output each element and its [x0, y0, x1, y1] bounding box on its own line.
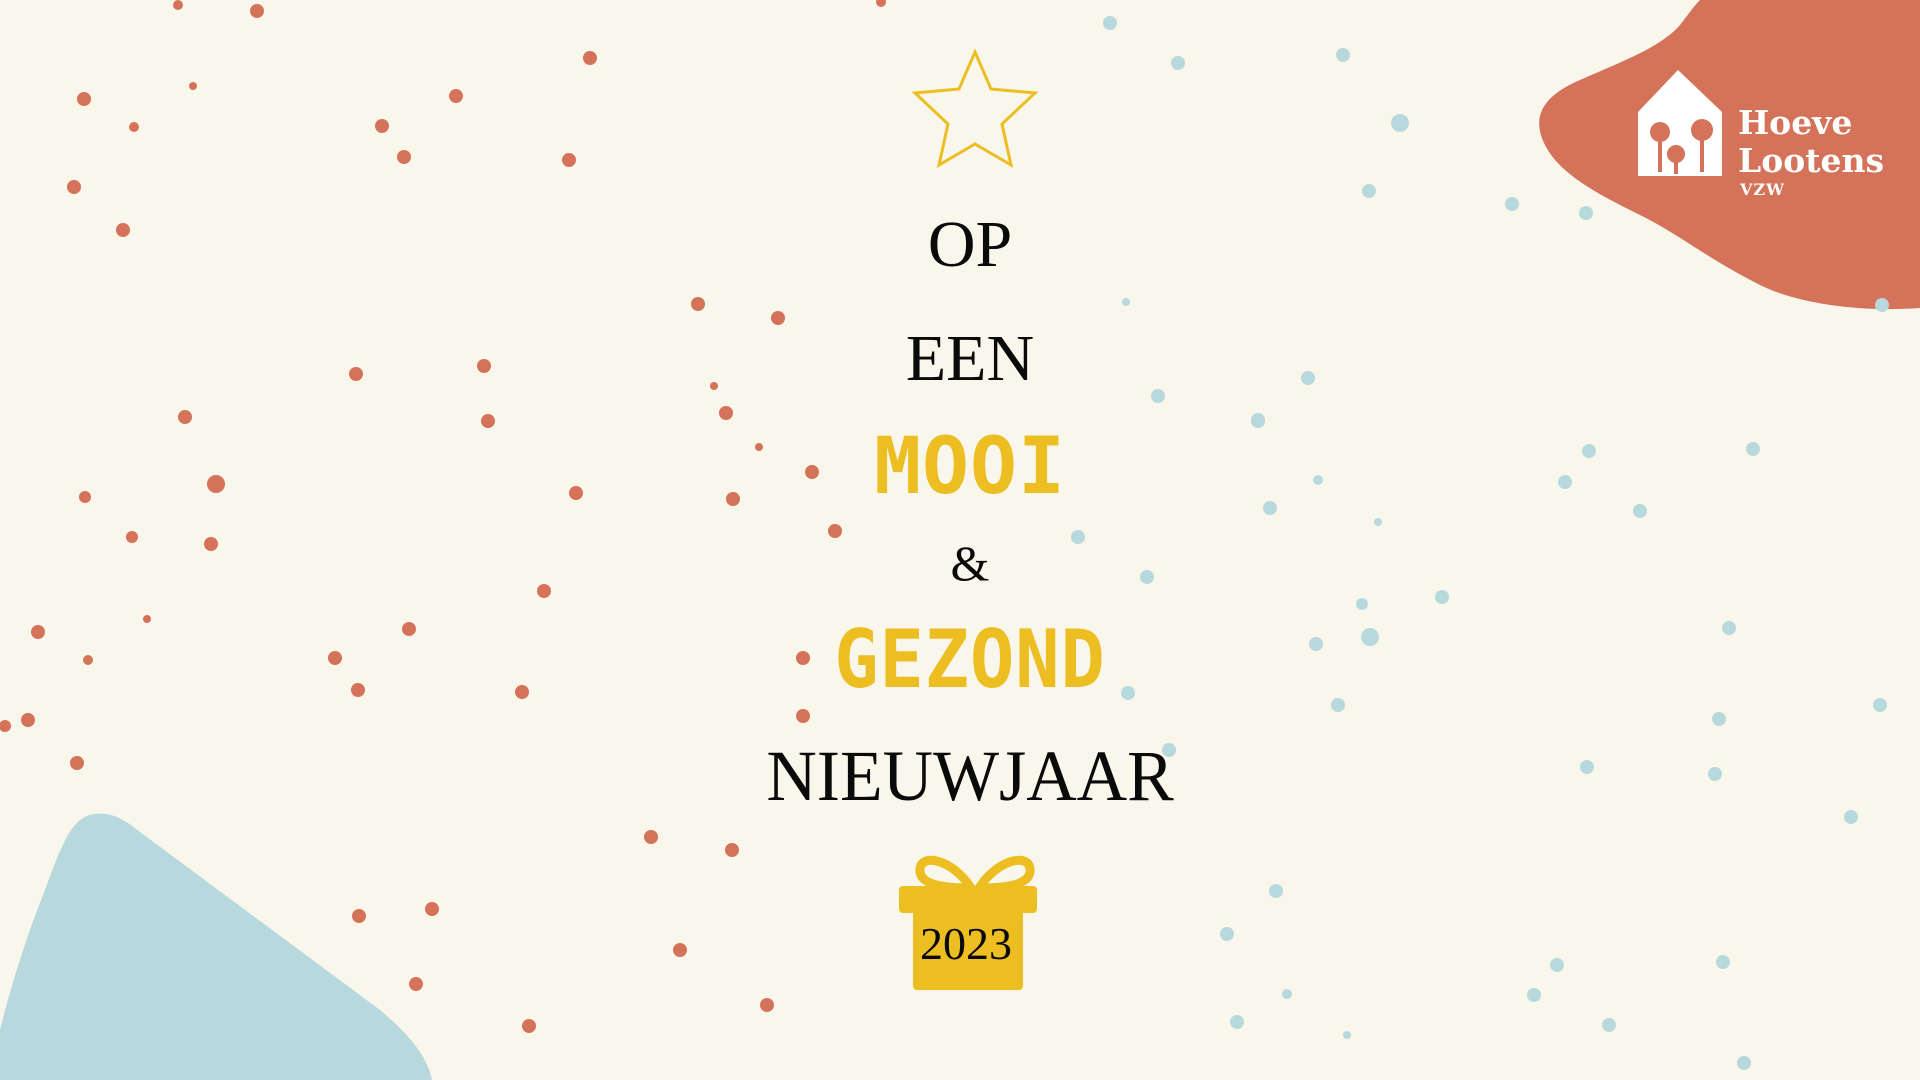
greeting-year: 2023 — [920, 918, 1012, 969]
coral-dot — [691, 297, 705, 311]
blue-dot — [1505, 197, 1519, 211]
blue-dot — [1282, 989, 1292, 999]
greeting-line-gezond: GEZOND — [834, 613, 1106, 706]
coral-dot — [189, 82, 197, 90]
coral-dot — [0, 720, 11, 732]
coral-dot — [173, 0, 183, 10]
coral-dot — [522, 1019, 536, 1033]
blue-dot — [1331, 698, 1345, 712]
blue-dot — [1633, 504, 1647, 518]
coral-dot — [31, 625, 45, 639]
coral-dot — [583, 51, 597, 65]
blue-dot — [1251, 414, 1265, 428]
coral-dot — [375, 119, 389, 133]
coral-dot — [77, 92, 91, 106]
blue-dot — [1171, 56, 1185, 70]
blue-dot — [1374, 518, 1382, 526]
blue-dot — [1602, 1018, 1616, 1032]
blue-dot — [1435, 590, 1449, 604]
coral-dot — [129, 122, 139, 132]
blue-dot — [1527, 988, 1541, 1002]
greeting-line-op: OP — [927, 208, 1013, 281]
coral-dot — [673, 943, 687, 957]
blue-dot — [1122, 298, 1130, 306]
coral-dot — [796, 709, 810, 723]
coral-dot — [562, 153, 576, 167]
blue-dot — [1343, 1031, 1351, 1039]
blue-dot — [1875, 298, 1889, 312]
coral-dot — [352, 909, 366, 923]
blue-dot — [1844, 810, 1858, 824]
coral-dot — [425, 902, 439, 916]
coral-dot — [178, 410, 192, 424]
star-outline-icon — [911, 48, 1039, 169]
house-with-trees-icon — [1638, 70, 1722, 176]
coral-dot — [644, 830, 658, 844]
blue-dot — [1356, 598, 1368, 610]
blue-dot — [1712, 712, 1726, 726]
coral-dot — [771, 311, 785, 325]
blue-dot — [1269, 884, 1283, 898]
coral-dot — [719, 406, 733, 420]
coral-dot — [21, 713, 35, 727]
greeting-line-ampersand: & — [950, 535, 990, 591]
coral-dot — [449, 89, 463, 103]
greeting-line-een: EEN — [905, 322, 1035, 395]
coral-dot — [760, 998, 774, 1012]
blue-dot — [1103, 16, 1117, 30]
coral-dot — [409, 977, 423, 991]
coral-dot — [725, 843, 739, 857]
coral-dot — [828, 524, 842, 538]
blue-dot — [1873, 698, 1887, 712]
coral-dot — [876, 0, 886, 7]
logo-name-line-2: Lootens — [1738, 141, 1885, 180]
blue-blob — [0, 813, 432, 1080]
coral-dot — [397, 150, 411, 164]
blue-dot — [1230, 1015, 1244, 1029]
blue-dot — [1550, 958, 1564, 972]
blue-dot — [1362, 184, 1376, 198]
greeting-line-mooi: MOOI — [874, 422, 1066, 512]
blue-dot — [1716, 955, 1730, 969]
coral-dot — [250, 4, 264, 18]
blue-dot — [1220, 927, 1234, 941]
greeting-line-nieuwjaar: NIEUWJAAR — [766, 736, 1174, 816]
coral-dot — [67, 180, 81, 194]
logo-suffix: VZW — [1740, 180, 1786, 199]
coral-dot — [481, 414, 495, 428]
logo-name-line-1: Hoeve — [1738, 103, 1853, 142]
blue-dot — [1391, 114, 1409, 132]
blue-dot — [1737, 1056, 1751, 1070]
blue-dot — [1336, 48, 1350, 62]
brand-logo: Hoeve Lootens VZW — [1634, 64, 1894, 204]
